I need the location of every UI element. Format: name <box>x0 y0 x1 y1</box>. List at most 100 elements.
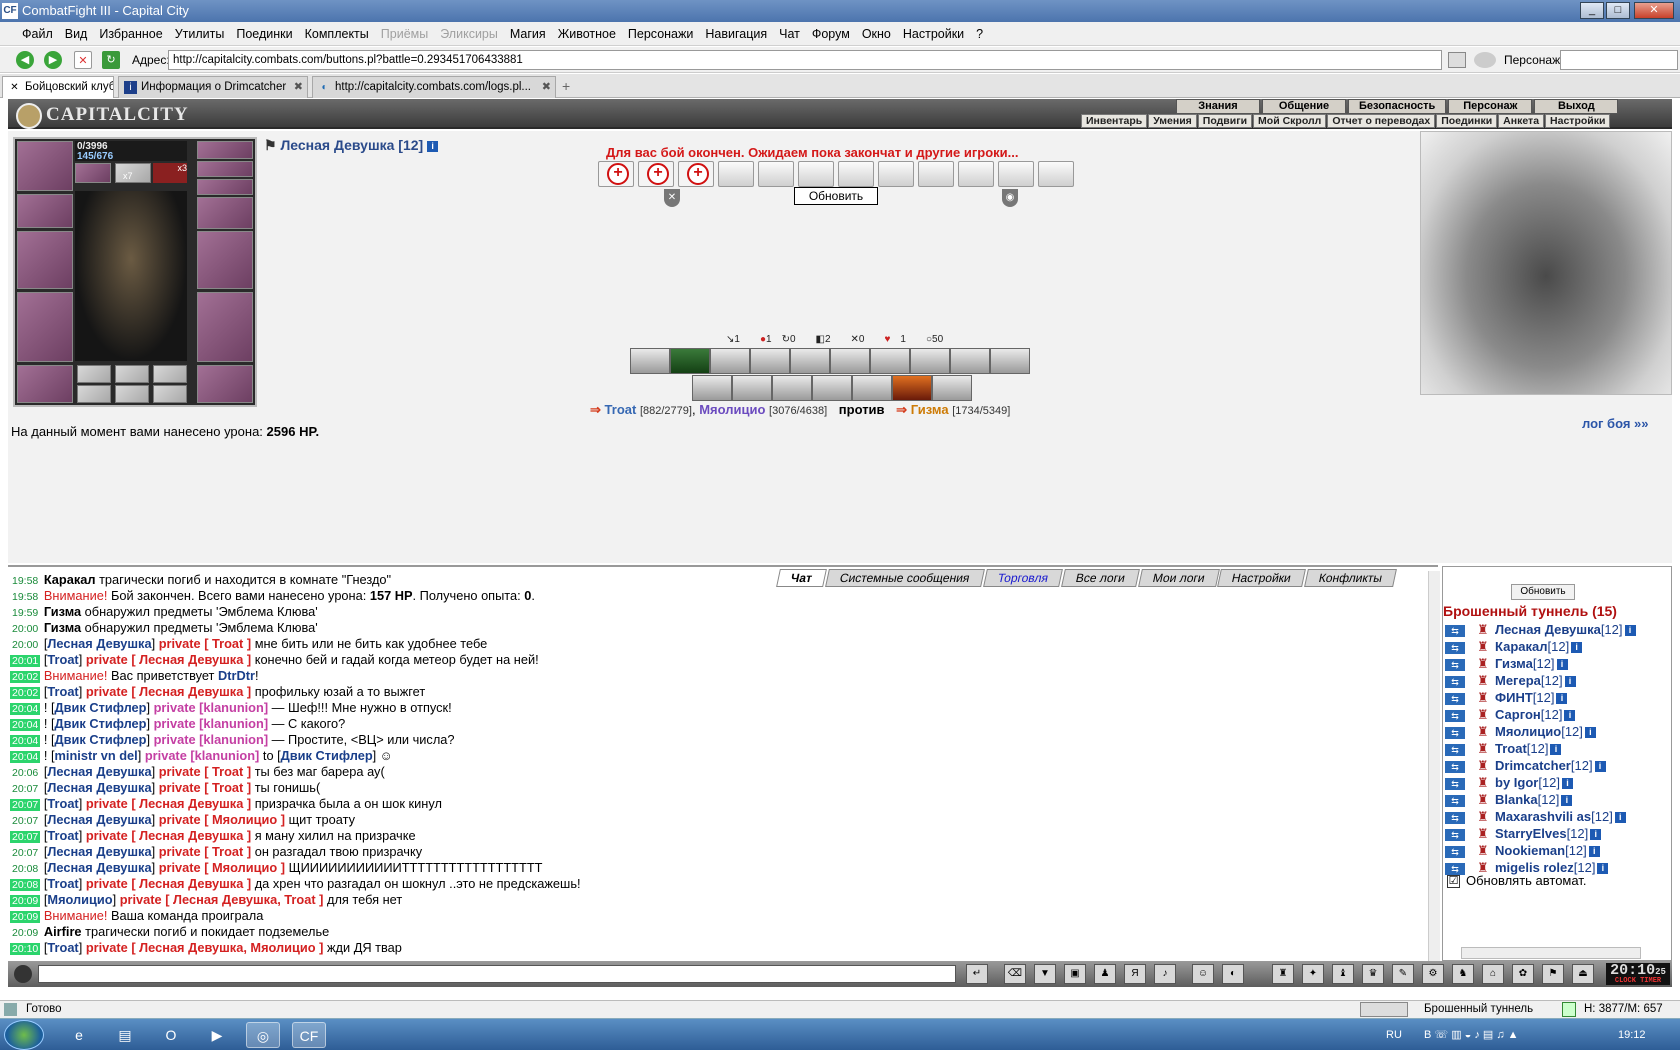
bracer-slot[interactable] <box>17 194 73 228</box>
chat-nick[interactable]: Лесная Девушка <box>47 860 151 875</box>
scroll-slot[interactable] <box>958 161 994 187</box>
topnav-item[interactable]: Общение <box>1262 99 1346 114</box>
effect-icon[interactable]: x3 <box>153 163 187 183</box>
chat-timestamp[interactable]: 20:00 <box>10 639 40 651</box>
skill-icon[interactable] <box>772 375 812 401</box>
player-name-link[interactable]: Гизма <box>1495 656 1533 671</box>
tab-drimcatcher-info[interactable]: i Информация о Drimcatcher ✖ <box>118 76 308 98</box>
chat-timestamp[interactable]: 20:07 <box>10 831 41 843</box>
chat-nick[interactable]: Мяолицио <box>47 892 112 907</box>
skill-icon[interactable] <box>732 375 772 401</box>
rune-slot[interactable] <box>153 385 187 403</box>
chat-nick[interactable]: Лесная Девушка <box>47 780 151 795</box>
skill-icon[interactable] <box>950 348 990 374</box>
private-message-icon[interactable]: ⇆ <box>1445 709 1465 722</box>
start-button[interactable] <box>4 1020 44 1050</box>
folder-icon[interactable]: ▤ <box>108 1022 142 1048</box>
chat-timestamp[interactable]: 20:02 <box>10 671 41 683</box>
tray-clock[interactable]: 19:12 <box>1618 1019 1646 1050</box>
sidebar-scrollbar[interactable] <box>1461 947 1641 959</box>
chat-tab[interactable]: Чат <box>776 569 827 587</box>
messenger-icon[interactable]: ◎ <box>246 1022 280 1048</box>
shield-slot[interactable] <box>197 231 253 289</box>
chat-tab[interactable]: Системные сообщения <box>825 569 985 587</box>
chat-nick[interactable]: private [ Мяолицио ] <box>159 812 285 827</box>
armor-slot[interactable] <box>17 292 73 362</box>
info-icon[interactable]: i <box>427 140 439 152</box>
skill-icon[interactable] <box>990 348 1030 374</box>
private-message-icon[interactable]: ⇆ <box>1445 726 1465 739</box>
subnav-item[interactable]: Подвиги <box>1197 114 1253 128</box>
player-name-link[interactable]: Maxarashvili as <box>1495 809 1591 824</box>
private-message-icon[interactable]: ⇆ <box>1445 845 1465 858</box>
subnav-item[interactable]: Мой Скролл <box>1253 114 1327 128</box>
scroll-slot[interactable] <box>758 161 794 187</box>
info-icon[interactable]: i <box>1584 727 1596 739</box>
chat-nick[interactable]: Troat <box>47 940 78 955</box>
tray-icons[interactable]: B ☏ ▥ ◒ ♪ ▤ ♫ ▲ <box>1424 1019 1519 1050</box>
chat-nick[interactable]: Troat <box>47 652 78 667</box>
chat-nick[interactable]: Лесная Девушка <box>47 812 151 827</box>
new-tab-icon[interactable]: + <box>562 78 570 94</box>
chat-tab[interactable]: Торговля <box>982 569 1063 587</box>
chat-nick[interactable]: private [ Лесная Девушка ] <box>86 652 251 667</box>
chat-timestamp[interactable]: 19:58 <box>10 591 40 603</box>
language-indicator[interactable]: RU <box>1386 1019 1402 1050</box>
private-message-icon[interactable]: ⇆ <box>1445 743 1465 756</box>
smiley-head-icon[interactable] <box>14 965 32 983</box>
chat-timestamp[interactable]: 19:59 <box>10 607 40 619</box>
action-icon[interactable]: ♝ <box>1332 964 1354 984</box>
info-icon[interactable]: i <box>1556 659 1568 671</box>
chat-nick[interactable]: private [ Troat ] <box>159 764 251 779</box>
sound-icon[interactable]: ♪ <box>1154 964 1176 984</box>
close-button[interactable]: ✕ <box>1634 2 1674 19</box>
scroll-slot[interactable] <box>918 161 954 187</box>
player-name-link[interactable]: Troat <box>1495 741 1527 756</box>
gloves-slot[interactable] <box>197 197 253 229</box>
action-icon[interactable]: ⌂ <box>1482 964 1504 984</box>
menu-item[interactable]: Файл <box>16 27 59 41</box>
info-icon[interactable]: i <box>1556 693 1568 705</box>
player-name-link[interactable]: StarryElves <box>1495 826 1567 841</box>
skill-icon[interactable] <box>830 348 870 374</box>
info-icon[interactable]: i <box>1564 676 1576 688</box>
private-message-icon[interactable]: ⇆ <box>1445 692 1465 705</box>
chat-nick[interactable]: private [klanunion] <box>154 732 268 747</box>
team1-fighter[interactable]: Troat <box>605 402 637 417</box>
action-icon[interactable]: ♜ <box>1272 964 1294 984</box>
skill-icon[interactable] <box>812 375 852 401</box>
chat-nick[interactable]: private [klanunion] <box>154 716 268 731</box>
chat-nick[interactable]: Troat <box>47 684 78 699</box>
menu-item[interactable]: Животное <box>552 27 622 41</box>
private-message-icon[interactable]: ⇆ <box>1445 760 1465 773</box>
topnav-item[interactable]: Безопасность <box>1348 99 1447 114</box>
fighter-icon[interactable]: ♟ <box>1094 964 1116 984</box>
effect-icon[interactable] <box>75 163 111 183</box>
info-icon[interactable]: i <box>1614 812 1626 824</box>
chat-timestamp[interactable]: 20:04 <box>10 719 41 731</box>
private-message-icon[interactable]: ⇆ <box>1445 641 1465 654</box>
chat-nick[interactable]: Двик Стифлер <box>281 748 373 763</box>
smile-icon[interactable]: ☺ <box>1192 964 1214 984</box>
chat-nick[interactable]: Двик Стифлер <box>55 716 147 731</box>
action-icon[interactable]: ♞ <box>1452 964 1474 984</box>
chat-nick[interactable]: Лесная Девушка <box>47 844 151 859</box>
chat-timestamp[interactable]: 20:07 <box>10 847 40 859</box>
exit-icon[interactable]: ⏏ <box>1572 964 1594 984</box>
private-message-icon[interactable]: ⇆ <box>1445 658 1465 671</box>
scroll-slot[interactable] <box>798 161 834 187</box>
menu-item[interactable]: Окно <box>856 27 897 41</box>
chat-timestamp[interactable]: 20:06 <box>10 767 40 779</box>
skill-icon[interactable] <box>870 348 910 374</box>
skill-icon[interactable] <box>670 348 710 374</box>
chat-tab[interactable]: Все логи <box>1060 569 1140 587</box>
player-name-link[interactable]: Drimcatcher <box>1495 758 1571 773</box>
action-icon[interactable]: ⚑ <box>1542 964 1564 984</box>
private-message-icon[interactable]: ⇆ <box>1445 811 1465 824</box>
menu-item[interactable]: Утилиты <box>169 27 231 41</box>
chat-timestamp[interactable]: 20:09 <box>10 927 40 939</box>
auto-refresh-toggle[interactable]: ☑ Обновлять автомат. <box>1447 873 1586 889</box>
users-icon[interactable] <box>1474 52 1496 68</box>
save-icon[interactable]: ▣ <box>1064 964 1086 984</box>
player-name-link[interactable]: Blanka <box>1495 792 1538 807</box>
